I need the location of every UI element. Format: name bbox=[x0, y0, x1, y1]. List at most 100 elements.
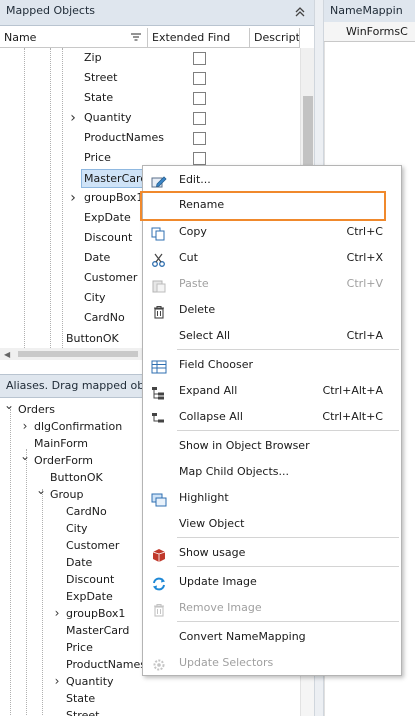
menu-item-shortcut: Ctrl+Alt+A bbox=[322, 384, 383, 397]
tree-node-label: Quantity bbox=[66, 675, 114, 688]
chevron-right-icon[interactable]: › bbox=[52, 675, 62, 687]
menu-item-delete[interactable]: Delete bbox=[143, 297, 401, 323]
row-label: ExpDate bbox=[84, 211, 131, 224]
row-label: City bbox=[84, 291, 106, 304]
tree-node[interactable]: Street bbox=[0, 707, 300, 716]
menu-item-cut[interactable]: Cut Ctrl+X bbox=[143, 245, 401, 271]
table-row[interactable]: ProductNames bbox=[0, 128, 300, 148]
aliases-title: Aliases. Drag mapped object bbox=[6, 379, 165, 392]
menu-item-edit[interactable]: Edit... bbox=[143, 167, 401, 193]
menu-item-shortcut: Ctrl+V bbox=[346, 277, 383, 290]
column-extended-find[interactable]: Extended Find bbox=[148, 28, 250, 48]
extended-find-checkbox[interactable] bbox=[193, 52, 206, 65]
menu-item-label: Highlight bbox=[179, 491, 229, 504]
chevron-down-icon[interactable]: ⌄ bbox=[20, 450, 30, 462]
scrollbar-thumb[interactable] bbox=[18, 351, 138, 357]
extended-find-checkbox[interactable] bbox=[193, 92, 206, 105]
menu-item-map-child-objects[interactable]: Map Child Objects... bbox=[143, 459, 401, 485]
menu-item-field-chooser[interactable]: Field Chooser bbox=[143, 352, 401, 378]
menu-item-shortcut: Ctrl+Alt+C bbox=[322, 410, 383, 423]
row-label: ProductNames bbox=[84, 131, 164, 144]
row-label: Price bbox=[84, 151, 111, 164]
scissors-icon bbox=[151, 251, 167, 267]
menu-separator bbox=[177, 430, 399, 431]
collapse-panel-icon[interactable] bbox=[294, 6, 306, 18]
chevron-down-icon[interactable]: ⌄ bbox=[4, 399, 14, 411]
row-label: Customer bbox=[84, 271, 138, 284]
tree-node-label: MainForm bbox=[34, 437, 88, 450]
chevron-right-icon[interactable]: › bbox=[52, 607, 62, 619]
menu-item-label: Expand All bbox=[179, 384, 238, 397]
mapped-objects-title: Mapped Objects bbox=[6, 4, 95, 17]
menu-item-label: Map Child Objects... bbox=[179, 465, 289, 478]
menu-item-collapse-all[interactable]: Collapse All Ctrl+Alt+C bbox=[143, 404, 401, 430]
tree-node[interactable]: State bbox=[0, 690, 300, 707]
column-description[interactable]: Descriptio bbox=[250, 28, 300, 48]
filter-icon[interactable] bbox=[131, 33, 141, 43]
menu-item-show-usage[interactable]: Show usage bbox=[143, 540, 401, 566]
menu-item-show-in-object-browser[interactable]: Show in Object Browser bbox=[143, 433, 401, 459]
scroll-left-icon[interactable]: ◀ bbox=[4, 350, 10, 359]
context-menu: Edit... Rename Copy Ctrl+C Cut Ctrl+X Paste Ctr… bbox=[140, 165, 402, 676]
tree-node-label: MasterCard bbox=[66, 624, 130, 637]
menu-item-shortcut: Ctrl+C bbox=[346, 225, 383, 238]
menu-item-label: Cut bbox=[179, 251, 198, 264]
chevron-right-icon[interactable]: › bbox=[68, 111, 78, 125]
refresh-icon bbox=[151, 575, 167, 591]
tree-node-label: Street bbox=[66, 709, 100, 716]
table-row[interactable]: Zip bbox=[0, 48, 300, 68]
menu-item-shortcut: Ctrl+X bbox=[346, 251, 383, 264]
menu-item-view-object[interactable]: View Object bbox=[143, 511, 401, 537]
menu-item-copy[interactable]: Copy Ctrl+C bbox=[143, 219, 401, 245]
column-name[interactable]: Name bbox=[0, 28, 148, 48]
mapped-objects-header: Mapped Objects bbox=[0, 0, 314, 26]
menu-item-rename[interactable]: Rename bbox=[140, 191, 386, 221]
row-label: State bbox=[84, 91, 114, 104]
menu-item-shortcut: Ctrl+A bbox=[346, 329, 383, 342]
row-label: Quantity bbox=[84, 111, 132, 124]
tree-node-label: Orders bbox=[18, 403, 55, 416]
trash-icon bbox=[151, 303, 167, 319]
chevron-right-icon[interactable]: › bbox=[20, 420, 30, 432]
tree-node-label: ButtonOK bbox=[50, 471, 103, 484]
tree-node-label: Discount bbox=[66, 573, 115, 586]
menu-item-select-all[interactable]: Select All Ctrl+A bbox=[143, 323, 401, 349]
menu-item-convert-namemapping[interactable]: Convert NameMapping bbox=[143, 624, 401, 650]
row-label: Discount bbox=[84, 231, 133, 244]
tree-node-label: State bbox=[66, 692, 96, 705]
menu-separator bbox=[177, 349, 399, 350]
row-label: groupBox1 bbox=[84, 191, 144, 204]
menu-item-paste[interactable]: Paste Ctrl+V bbox=[143, 271, 401, 297]
menu-item-label: Field Chooser bbox=[179, 358, 254, 371]
menu-item-label: Convert NameMapping bbox=[179, 630, 306, 643]
row-label: MasterCard bbox=[81, 169, 151, 188]
row-label: Date bbox=[84, 251, 111, 264]
menu-item-label: Show in Object Browser bbox=[179, 439, 310, 452]
row-label: Zip bbox=[84, 51, 102, 64]
table-row[interactable]: › Quantity bbox=[0, 108, 300, 128]
menu-item-expand-all[interactable]: Expand All Ctrl+Alt+A bbox=[143, 378, 401, 404]
extended-find-checkbox[interactable] bbox=[193, 72, 206, 85]
menu-item-update-image[interactable]: Update Image bbox=[143, 569, 401, 595]
table-row-button-ok[interactable]: ButtonOK bbox=[66, 329, 119, 349]
chevron-right-icon[interactable]: › bbox=[68, 191, 78, 205]
menu-item-label: View Object bbox=[179, 517, 245, 530]
menu-item-remove-image[interactable]: Remove Image bbox=[143, 595, 401, 621]
gear-icon bbox=[151, 656, 167, 671]
right-panel-column[interactable]: WinFormsC bbox=[324, 22, 415, 42]
extended-find-checkbox[interactable] bbox=[193, 132, 206, 145]
menu-item-update-selectors[interactable]: Update Selectors bbox=[143, 650, 401, 676]
menu-separator bbox=[177, 566, 399, 567]
menu-item-label: Update Selectors bbox=[179, 656, 274, 669]
table-row[interactable]: Street bbox=[0, 68, 300, 88]
chevron-down-icon[interactable]: ⌄ bbox=[36, 484, 46, 496]
extended-find-checkbox[interactable] bbox=[193, 112, 206, 125]
extended-find-checkbox[interactable] bbox=[193, 152, 206, 165]
menu-item-highlight[interactable]: Highlight bbox=[143, 485, 401, 511]
tree-node-label: ExpDate bbox=[66, 590, 113, 603]
menu-item-label: Select All bbox=[179, 329, 231, 342]
menu-item-label: Show usage bbox=[179, 546, 246, 559]
highlight-icon bbox=[151, 491, 167, 507]
table-row[interactable]: State bbox=[0, 88, 300, 108]
tree-node-label: groupBox1 bbox=[66, 607, 126, 620]
